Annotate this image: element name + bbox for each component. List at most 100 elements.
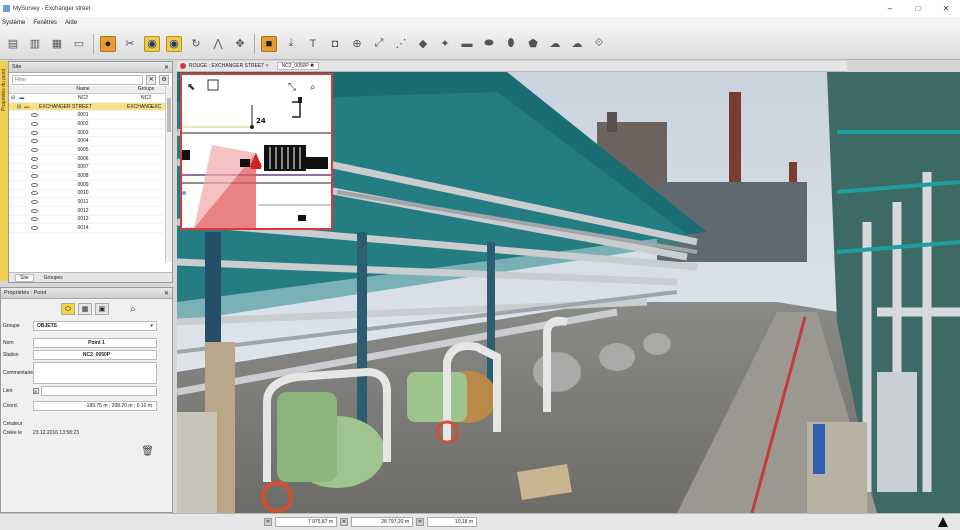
tab-station[interactable]: NC2_0050P ✖ [276,62,320,70]
tree-row[interactable]: ⊟ ▬ EXCHANGER STREET EXCHANG... EXC [9,102,172,112]
toolbar-separator [93,33,94,54]
visibility-icon[interactable] [31,165,38,170]
point-type-icon[interactable]: ⬭ [61,303,75,315]
group-select[interactable]: OBJETS ▾ [33,320,157,331]
cloud2-icon[interactable]: ☁ [569,36,585,52]
grid-type-icon[interactable]: ▦ [78,303,92,315]
tree-row[interactable]: 0005 [9,146,172,155]
export-icon[interactable]: ▦ [49,36,65,52]
close-icon[interactable]: ✕ [164,290,169,297]
eye-alt-icon[interactable]: ◉ [166,35,182,52]
trash-icon[interactable]: 🗑 [141,446,154,457]
target-icon[interactable]: ⊕ [349,36,365,52]
visibility-icon[interactable] [31,121,38,126]
measure-icon[interactable]: ⤢ [371,36,387,52]
search-icon[interactable]: ⌕ [130,304,136,315]
rotate-icon[interactable]: ↻ [188,36,204,52]
z-coord-field[interactable]: 10,18 m [427,517,477,527]
minimap-plan[interactable]: ⬉ ⤡ ⌕ 24 [182,75,331,228]
close-button[interactable]: ✕ [932,0,960,17]
cloud3-icon[interactable]: ⟐ [591,36,607,52]
filter-input[interactable] [12,74,144,85]
shape-icon[interactable]: ⬟ [525,36,541,52]
tree-row[interactable]: 0011 [9,198,172,207]
view-breadcrumb[interactable]: ROUGE : EXCHANGER STREET > [189,63,269,69]
visibility-icon[interactable] [31,113,38,118]
x-coord-field[interactable]: 7 975,87 m [275,517,337,527]
filter-options-icon[interactable]: ⚙ [159,74,169,85]
expand-icon[interactable]: ⊟ [17,104,21,110]
y-coord-field[interactable]: 28 797,20 m [351,517,413,527]
polyline-icon[interactable]: ⋰ [393,36,409,52]
pipe2-icon[interactable]: ⬬ [481,36,497,52]
move-icon[interactable]: ✥ [232,36,248,52]
comment-field[interactable] [33,361,157,384]
highlight-icon[interactable]: ■ [261,35,277,52]
tripod-icon[interactable]: ⋀ [210,36,226,52]
camera-icon[interactable]: ◘ [327,36,343,52]
scroll-thumb[interactable] [167,98,171,132]
screen-icon[interactable]: ▭ [71,36,87,52]
tree-row[interactable]: ⊟ ▬ NC2 NC2 [9,94,172,103]
tree-row[interactable]: 0014 [9,224,172,233]
close-icon[interactable]: ✕ [164,64,169,71]
column-name[interactable]: Name [39,86,127,93]
surface-icon[interactable]: ◆ [415,36,431,52]
visibility-icon[interactable] [31,191,38,196]
name-field[interactable]: Point 1 [33,337,157,348]
cloud-icon[interactable]: ☁ [547,36,563,52]
column-groups[interactable]: Groups [127,86,165,93]
menu-systeme[interactable]: Système [2,20,25,26]
visibility-icon[interactable] [31,182,38,187]
image-type-icon[interactable]: ▣ [95,303,109,315]
open-icon[interactable]: ▤ [5,36,21,52]
tree-row[interactable]: 0001 [9,111,172,121]
station-row: Station NC2_0050P [1,349,172,360]
visibility-icon[interactable] [31,156,38,161]
eye-icon[interactable]: ◉ [144,35,160,52]
tree-row[interactable]: 0002 [9,120,172,129]
hull-icon[interactable]: ✦ [437,36,453,52]
visibility-icon[interactable] [31,139,38,144]
link-field[interactable] [41,385,157,396]
coord-field[interactable]: -189.75 m ; 208.20 m ; 0.10 m [33,400,157,411]
tree-row[interactable]: 0012 [9,207,172,216]
tree-row[interactable]: 0008 [9,172,172,181]
visibility-icon[interactable] [31,200,38,205]
tree-row[interactable]: 0009 [9,181,172,190]
tree-row[interactable]: 0010 [9,190,172,199]
minimap-overlay[interactable]: ⬉ ⤡ ⌕ 24 [180,73,333,230]
tree-scrollbar[interactable] [165,86,172,262]
navigation-arrow-icon[interactable] [938,517,948,527]
cylinder-icon[interactable]: ⬮ [503,36,519,52]
tab-groupes[interactable]: Groupes [40,275,67,281]
filter-clear-icon[interactable]: ✕ [146,74,157,85]
menu-aide[interactable]: Aide [65,20,77,26]
tree-row[interactable]: 0013 [9,216,172,225]
tree-row[interactable]: 0007 [9,164,172,173]
link-icon[interactable]: ⊘ [33,387,39,394]
save-icon[interactable]: ▥ [27,36,43,52]
tab-site[interactable]: Site [15,273,34,282]
visibility-icon[interactable] [31,217,38,222]
visibility-icon[interactable] [31,130,38,135]
station-field[interactable]: NC2_0050P [33,349,157,360]
text-icon[interactable]: T [305,36,321,52]
tree-row[interactable]: 0004 [9,137,172,147]
point-tool-icon[interactable]: ● [100,35,116,52]
visibility-icon[interactable] [31,208,38,213]
menu-fenetres[interactable]: Fenêtres [33,20,57,26]
minimize-button[interactable]: – [876,0,904,17]
visibility-icon[interactable] [31,174,38,179]
download-icon[interactable]: ⤓ [283,36,299,52]
vertical-tab[interactable]: Propriétés du point [0,61,8,281]
pipe-icon[interactable]: ▬ [459,36,475,52]
tree-row[interactable]: 0003 [9,129,172,138]
visibility-icon[interactable] [31,226,38,231]
expand-icon[interactable]: ⊟ [11,95,15,101]
tree-row[interactable]: 0006 [9,155,172,164]
scissors-icon[interactable]: ✂ [122,36,138,52]
name-label: Nom [3,339,14,346]
visibility-icon[interactable] [31,147,38,152]
maximize-button[interactable]: □ [904,0,932,17]
